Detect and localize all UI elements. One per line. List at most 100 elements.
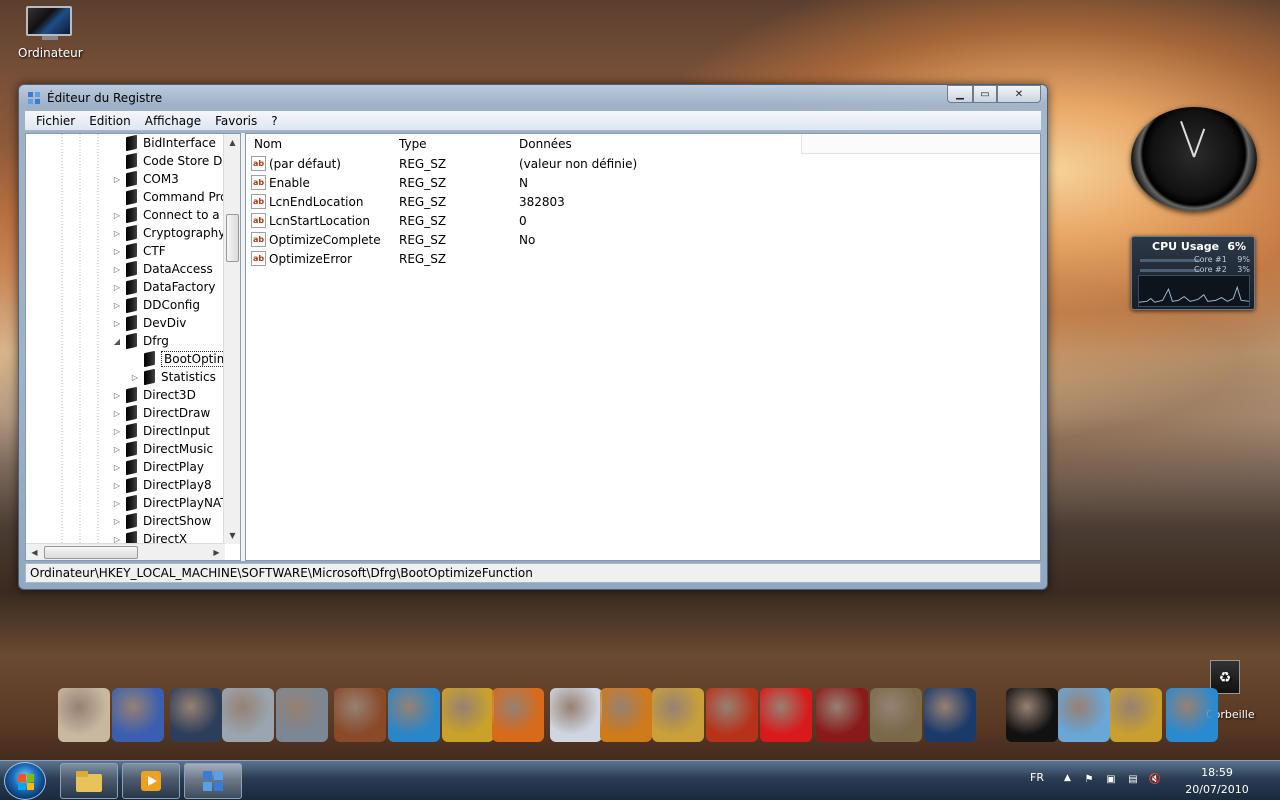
camera-icon[interactable] bbox=[276, 688, 328, 742]
title-bar[interactable]: Éditeur du Registre ▁ ▭ ✕ bbox=[19, 85, 1047, 111]
expand-arrow-icon[interactable]: ▷ bbox=[112, 211, 122, 220]
table-row[interactable]: ab LcnStartLocation REG_SZ 0 bbox=[246, 212, 1040, 231]
tree-item[interactable]: ▷ DevDiv bbox=[112, 314, 186, 332]
tree-item[interactable]: ▷ DataAccess bbox=[112, 260, 213, 278]
printer-icon[interactable]: ▣ bbox=[1104, 773, 1118, 787]
scroll-right-arrow-icon[interactable]: ▶ bbox=[208, 544, 225, 560]
rocket-icon[interactable] bbox=[550, 688, 602, 742]
table-row[interactable]: ab (par défaut) REG_SZ (valeur non définie) bbox=[246, 155, 1040, 174]
tree-item[interactable]: ▷ DirectDraw bbox=[112, 404, 210, 422]
minimize-button[interactable]: ▁ bbox=[947, 85, 973, 103]
values-list[interactable]: Nom Type Données ab (par défaut) REG_SZ (va… bbox=[245, 133, 1041, 561]
registry-tree[interactable]: BidInterface Code Store Da ▷ COM3 Command Pr… bbox=[25, 133, 241, 561]
expand-arrow-icon[interactable]: ▷ bbox=[112, 463, 122, 472]
emule-icon[interactable] bbox=[334, 688, 386, 742]
menu-affichage[interactable]: Affichage bbox=[138, 114, 208, 128]
expand-arrow-icon[interactable]: ◢ bbox=[112, 337, 122, 346]
tree-item[interactable]: Code Store Da bbox=[112, 152, 230, 170]
menu-fichier[interactable]: Fichier bbox=[29, 114, 82, 128]
computer-desktop-icon[interactable]: Ordinateur bbox=[18, 6, 83, 60]
expand-arrow-icon[interactable]: ▷ bbox=[112, 319, 122, 328]
show-hidden-icons-arrow-icon[interactable]: ▲ bbox=[1064, 773, 1071, 783]
tree-item[interactable]: ▷ DirectPlayNAT bbox=[112, 494, 228, 512]
expand-arrow-icon[interactable]: ▷ bbox=[112, 265, 122, 274]
tree-item[interactable]: ▷ DirectInput bbox=[112, 422, 210, 440]
network-icon[interactable]: ▤ bbox=[1126, 773, 1140, 787]
menu-edition[interactable]: Edition bbox=[82, 114, 138, 128]
tree-item[interactable]: ▷ DataFactory bbox=[112, 278, 216, 296]
close-button[interactable]: ✕ bbox=[997, 85, 1041, 103]
action-center-flag-icon[interactable]: ⚑ bbox=[1082, 773, 1096, 787]
tree-item[interactable]: ▷ DirectPlay8 bbox=[112, 476, 212, 494]
menu-favoris[interactable]: Favoris bbox=[208, 114, 264, 128]
k-app-icon[interactable] bbox=[442, 688, 494, 742]
scroll-left-arrow-icon[interactable]: ◀ bbox=[26, 544, 43, 560]
bitcomet-icon[interactable] bbox=[870, 688, 922, 742]
tree-item[interactable]: BootOptim bbox=[130, 350, 232, 368]
mt-icon[interactable] bbox=[1006, 688, 1058, 742]
tree-item[interactable]: BidInterface bbox=[112, 134, 216, 152]
expand-arrow-icon[interactable]: ▷ bbox=[112, 445, 122, 454]
messenger-icon[interactable] bbox=[388, 688, 440, 742]
tree-item[interactable]: ▷ DirectMusic bbox=[112, 440, 213, 458]
expand-arrow-icon[interactable]: ▷ bbox=[112, 499, 122, 508]
tree-horizontal-scrollbar[interactable]: ◀ ▶ bbox=[26, 543, 225, 560]
radiation-icon[interactable] bbox=[600, 688, 652, 742]
start-button[interactable] bbox=[4, 762, 46, 800]
expand-arrow-icon[interactable]: ▷ bbox=[112, 391, 122, 400]
column-header-nom[interactable]: Nom bbox=[254, 137, 282, 151]
taskbar-media-player-button[interactable] bbox=[122, 763, 180, 799]
tree-item[interactable]: ▷ DirectShow bbox=[112, 512, 211, 530]
trash-icon[interactable] bbox=[1166, 688, 1218, 742]
table-row[interactable]: ab OptimizeComplete REG_SZ No bbox=[246, 231, 1040, 250]
blue-cube-icon[interactable] bbox=[112, 688, 164, 742]
tree-vscroll-thumb[interactable] bbox=[226, 214, 239, 262]
tree-item[interactable]: ▷ DDConfig bbox=[112, 296, 200, 314]
expand-arrow-icon[interactable]: ▷ bbox=[112, 427, 122, 436]
tools-icon[interactable] bbox=[1110, 688, 1162, 742]
cat-icon[interactable] bbox=[58, 688, 110, 742]
clock-time[interactable]: 18:59 bbox=[1182, 766, 1252, 779]
tree-item[interactable]: ▷ Statistics bbox=[130, 368, 216, 386]
shield-icon[interactable] bbox=[222, 688, 274, 742]
taskbar-regedit-button[interactable] bbox=[184, 763, 242, 799]
tree-item[interactable]: Command Pro bbox=[112, 188, 228, 206]
maximize-button[interactable]: ▭ bbox=[973, 85, 997, 103]
language-indicator[interactable]: FR bbox=[1030, 771, 1044, 784]
scanner-icon[interactable] bbox=[1058, 688, 1110, 742]
tree-item[interactable]: ▷ Cryptography bbox=[112, 224, 225, 242]
menu-help[interactable]: ? bbox=[264, 114, 284, 128]
expand-arrow-icon[interactable]: ▷ bbox=[112, 301, 122, 310]
expand-arrow-icon[interactable]: ▷ bbox=[112, 247, 122, 256]
table-row[interactable]: ab Enable REG_SZ N bbox=[246, 174, 1040, 193]
r-app-icon[interactable] bbox=[924, 688, 976, 742]
expand-arrow-icon[interactable]: ▷ bbox=[130, 373, 140, 382]
expand-arrow-icon[interactable]: ▷ bbox=[112, 517, 122, 526]
tree-vertical-scrollbar[interactable]: ▲ ▼ bbox=[223, 134, 240, 544]
scroll-down-arrow-icon[interactable]: ▼ bbox=[224, 527, 240, 544]
tree-item[interactable]: ▷ Direct3D bbox=[112, 386, 196, 404]
tree-item[interactable]: ▷ DirectPlay bbox=[112, 458, 204, 476]
volume-muted-icon[interactable]: 🔇 bbox=[1148, 773, 1162, 787]
avira-icon[interactable] bbox=[760, 688, 812, 742]
tree-item[interactable]: ◢ Dfrg bbox=[112, 332, 169, 350]
tree-item[interactable]: ▷ COM3 bbox=[112, 170, 179, 188]
column-header-type[interactable]: Type bbox=[399, 137, 427, 151]
expand-arrow-icon[interactable]: ▷ bbox=[112, 409, 122, 418]
photoshop-icon[interactable] bbox=[652, 688, 704, 742]
media-player-icon[interactable] bbox=[170, 688, 222, 742]
column-header-donnees[interactable]: Données bbox=[519, 137, 572, 151]
expand-arrow-icon[interactable]: ▷ bbox=[112, 175, 122, 184]
tree-hscroll-thumb[interactable] bbox=[44, 546, 138, 559]
tree-item[interactable]: ▷ Connect to a N bbox=[112, 206, 232, 224]
firefox-icon[interactable] bbox=[492, 688, 544, 742]
scroll-up-arrow-icon[interactable]: ▲ bbox=[224, 134, 240, 151]
table-row[interactable]: ab OptimizeError REG_SZ bbox=[246, 250, 1040, 269]
expand-arrow-icon[interactable]: ▷ bbox=[112, 283, 122, 292]
ccleaner-icon[interactable] bbox=[816, 688, 868, 742]
taskbar-explorer-button[interactable] bbox=[60, 763, 118, 799]
clock-gadget[interactable] bbox=[1131, 107, 1257, 211]
table-row[interactable]: ab LcnEndLocation REG_SZ 382803 bbox=[246, 193, 1040, 212]
expand-arrow-icon[interactable]: ▷ bbox=[112, 481, 122, 490]
cpu-usage-gadget[interactable]: CPU Usage 6% Core #1 9% Core #2 3% bbox=[1131, 236, 1255, 310]
